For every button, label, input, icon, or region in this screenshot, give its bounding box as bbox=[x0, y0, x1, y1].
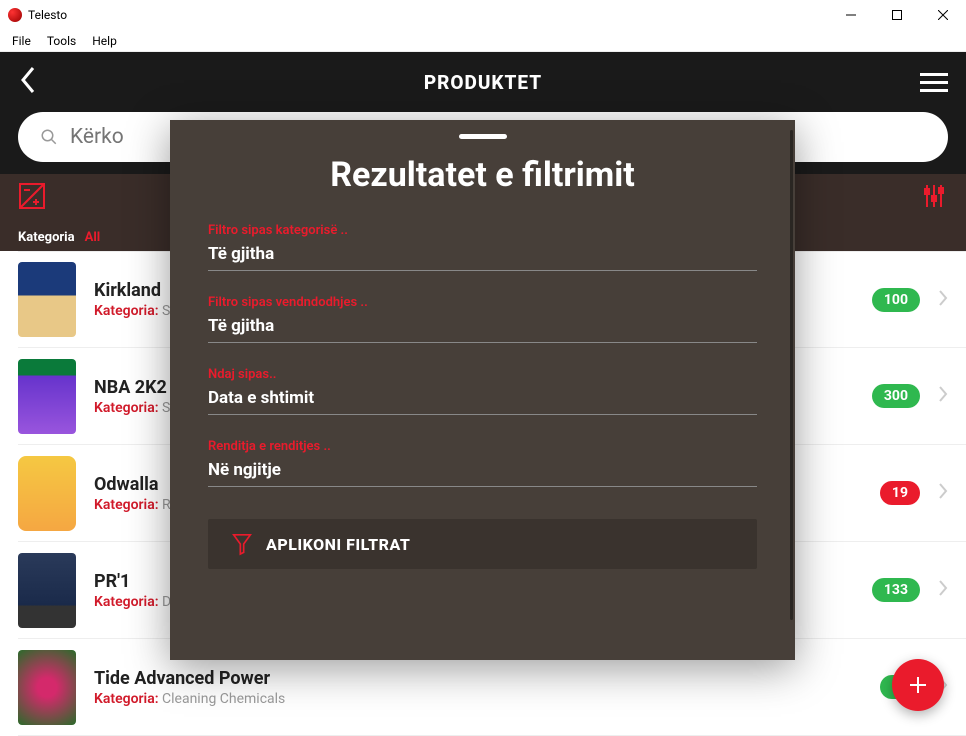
filter-value: Të gjitha bbox=[208, 316, 757, 336]
filter-label: Filtro sipas vendndodhjes .. bbox=[208, 295, 757, 310]
filter-location[interactable]: Filtro sipas vendndodhjes .. Të gjitha bbox=[208, 295, 757, 343]
filter-category[interactable]: Filtro sipas kategorisë .. Të gjitha bbox=[208, 223, 757, 271]
chevron-right-icon[interactable] bbox=[938, 289, 948, 311]
product-thumbnail bbox=[18, 553, 76, 628]
product-thumbnail bbox=[18, 456, 76, 531]
page-header: PRODUKTET bbox=[0, 52, 966, 112]
sliders-icon[interactable] bbox=[920, 182, 948, 210]
filter-value: Në ngjitje bbox=[208, 460, 757, 480]
apply-label: APLIKONI FILTRAT bbox=[266, 535, 410, 554]
menu-tools[interactable]: Tools bbox=[39, 32, 84, 50]
category-value: All bbox=[85, 230, 101, 245]
chevron-right-icon[interactable] bbox=[938, 385, 948, 407]
back-button[interactable] bbox=[18, 65, 38, 99]
window-titlebar: Telesto bbox=[0, 0, 966, 30]
product-category-label: Kategoria: bbox=[94, 594, 159, 610]
filter-order[interactable]: Renditja e renditjes .. Në ngjitje bbox=[208, 439, 757, 487]
app-icon bbox=[8, 8, 22, 22]
plus-icon bbox=[906, 673, 930, 697]
page-title: PRODUKTET bbox=[424, 71, 542, 94]
filter-value: Data e shtimit bbox=[208, 388, 757, 408]
add-remove-icon[interactable] bbox=[18, 182, 46, 210]
filter-label: Ndaj sipas.. bbox=[208, 367, 757, 382]
hamburger-menu[interactable] bbox=[920, 73, 948, 92]
product-name: Tide Advanced Power bbox=[94, 668, 862, 689]
product-badge: 133 bbox=[872, 578, 920, 602]
maximize-button[interactable] bbox=[874, 0, 920, 30]
product-category-label: Kategoria: bbox=[94, 400, 159, 416]
filter-label: Filtro sipas kategorisë .. bbox=[208, 223, 757, 238]
close-button[interactable] bbox=[920, 0, 966, 30]
filter-label: Renditja e renditjes .. bbox=[208, 439, 757, 454]
modal-drag-handle[interactable] bbox=[459, 134, 507, 139]
product-badge: 100 bbox=[872, 288, 920, 312]
modal-title: Rezultatet e filtrimit bbox=[208, 155, 757, 195]
filter-modal: Rezultatet e filtrimit Filtro sipas kate… bbox=[170, 120, 795, 660]
menu-file[interactable]: File bbox=[4, 32, 39, 50]
add-fab-button[interactable] bbox=[892, 659, 944, 711]
window-title: Telesto bbox=[28, 8, 67, 22]
product-badge: 300 bbox=[872, 384, 920, 408]
minimize-button[interactable] bbox=[828, 0, 874, 30]
product-category-label: Kategoria: bbox=[94, 303, 159, 319]
apply-filters-button[interactable]: APLIKONI FILTRAT bbox=[208, 519, 757, 569]
product-thumbnail bbox=[18, 359, 76, 434]
category-label: Kategoria bbox=[18, 230, 75, 245]
chevron-right-icon[interactable] bbox=[938, 482, 948, 504]
filter-value: Të gjitha bbox=[208, 244, 757, 264]
product-category-label: Kategoria: bbox=[94, 691, 159, 707]
modal-scrollbar[interactable] bbox=[790, 130, 793, 620]
filter-icon bbox=[232, 532, 252, 556]
product-category-value: Cleaning Chemicals bbox=[162, 691, 285, 707]
chevron-right-icon[interactable] bbox=[938, 579, 948, 601]
product-badge: 19 bbox=[880, 481, 920, 505]
product-thumbnail bbox=[18, 262, 76, 337]
product-thumbnail bbox=[18, 650, 76, 725]
menubar: File Tools Help bbox=[0, 30, 966, 52]
filter-sortby[interactable]: Ndaj sipas.. Data e shtimit bbox=[208, 367, 757, 415]
menu-help[interactable]: Help bbox=[84, 32, 125, 50]
search-icon bbox=[40, 128, 58, 146]
product-category-label: Kategoria: bbox=[94, 497, 159, 513]
